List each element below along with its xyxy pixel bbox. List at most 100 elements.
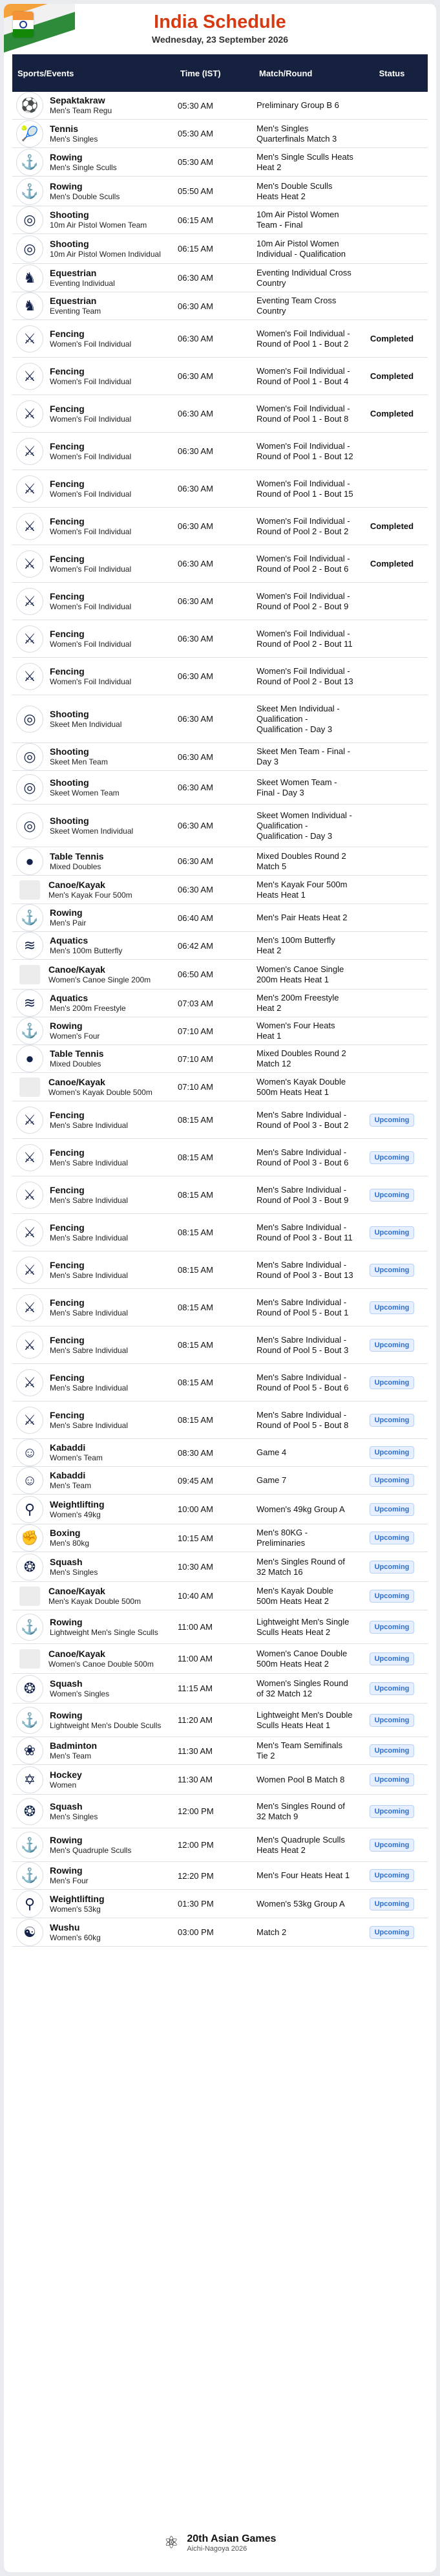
table-row: ⚓ Rowing Lightweight Men's Double Sculls… bbox=[12, 1703, 428, 1737]
sport-name: Fencing bbox=[50, 403, 85, 414]
sport-name: Canoe/Kayak bbox=[48, 1585, 105, 1596]
time-cell: 01:30 PM bbox=[175, 1889, 254, 1918]
footer: ⚛ 20th Asian Games Aichi-Nagoya 2026 bbox=[4, 2533, 436, 2553]
table-row: ⚔ Fencing Women's Foil Individual 06:30 … bbox=[12, 319, 428, 358]
shooting-icon: ◎ bbox=[16, 206, 43, 233]
time-cell: 12:00 PM bbox=[175, 1828, 254, 1862]
sport-cell: ❂ Squash Men's Singles bbox=[12, 1794, 175, 1828]
time-cell: 06:15 AM bbox=[175, 206, 254, 234]
event-name: Women's Singles bbox=[50, 1689, 110, 1698]
status-cell bbox=[356, 804, 428, 847]
status-upcoming-badge: Upcoming bbox=[369, 1446, 415, 1459]
time-cell: 11:00 AM bbox=[175, 1610, 254, 1644]
table-row: ⚔ Fencing Women's Foil Individual 06:30 … bbox=[12, 657, 428, 695]
status-cell bbox=[356, 904, 428, 932]
rowing-icon: ⚓ bbox=[16, 1613, 43, 1641]
sport-name: Shooting bbox=[50, 210, 89, 220]
status-cell: Upcoming bbox=[356, 1552, 428, 1582]
round-cell: Men's Kayak Double 500m Heats Heat 2 bbox=[254, 1581, 356, 1610]
time-cell: 05:30 AM bbox=[175, 92, 254, 120]
table-row: Canoe/Kayak Men's Kayak Four 500m 06:30 … bbox=[12, 875, 428, 904]
round-cell: Women's 49kg Group A bbox=[254, 1494, 356, 1524]
schedule-table: Sports/Events Time (IST) Match/Round Sta… bbox=[12, 54, 428, 1947]
round-cell: Eventing Team Cross Country bbox=[254, 292, 356, 320]
status-completed-badge: Completed bbox=[370, 409, 414, 418]
round-cell: Women's Foil Individual - Round of Pool … bbox=[254, 357, 356, 395]
sport-cell: ⚔ Fencing Women's Foil Individual bbox=[12, 432, 175, 470]
table-row: ⚽ Sepaktakraw Men's Team Regu 05:30 AM P… bbox=[12, 92, 428, 120]
event-name: Women's Foil Individual bbox=[50, 676, 132, 686]
time-cell: 08:15 AM bbox=[175, 1138, 254, 1176]
status-cell: Upcoming bbox=[356, 1251, 428, 1289]
round-cell: Women's Foil Individual - Round of Pool … bbox=[254, 507, 356, 545]
event-name: Women's Foil Individual bbox=[50, 639, 132, 649]
sport-name: Fencing bbox=[50, 590, 85, 601]
round-cell: Men's Sabre Individual - Round of Pool 5… bbox=[254, 1288, 356, 1326]
sport-cell: ✡ Hockey Women bbox=[12, 1764, 175, 1795]
placeholder-icon bbox=[19, 1077, 40, 1097]
status-cell: Completed bbox=[356, 319, 428, 358]
sport-cell: Canoe/Kayak Men's Kayak Double 500m bbox=[12, 1581, 175, 1610]
round-cell: Eventing Individual Cross Country bbox=[254, 263, 356, 292]
status-cell: Upcoming bbox=[356, 1610, 428, 1644]
time-cell: 06:30 AM bbox=[175, 875, 254, 904]
status-cell: Upcoming bbox=[356, 1703, 428, 1737]
status-cell: Upcoming bbox=[356, 1889, 428, 1918]
table-row: ● Table Tennis Mixed Doubles 07:10 AM Mi… bbox=[12, 1044, 428, 1073]
sport-cell: ⚓ Rowing Men's Single Sculls bbox=[12, 147, 175, 177]
time-cell: 06:30 AM bbox=[175, 395, 254, 433]
sport-cell: ◎ Shooting Skeet Women Individual bbox=[12, 804, 175, 847]
table-row: ⚔ Fencing Men's Sabre Individual 08:15 A… bbox=[12, 1138, 428, 1176]
status-cell bbox=[356, 432, 428, 470]
status-cell bbox=[356, 119, 428, 148]
sport-name: Squash bbox=[50, 1556, 83, 1567]
time-cell: 08:30 AM bbox=[175, 1438, 254, 1467]
table-row: ⚓ Rowing Men's Four 12:20 PM Men's Four … bbox=[12, 1861, 428, 1890]
table-row: ❂ Squash Men's Singles 12:00 PM Men's Si… bbox=[12, 1794, 428, 1828]
table-row: ♞ Equestrian Eventing Team 06:30 AM Even… bbox=[12, 292, 428, 320]
time-cell: 08:15 AM bbox=[175, 1176, 254, 1214]
event-name: Men's Singles bbox=[50, 1567, 98, 1577]
round-cell: Men's Sabre Individual - Round of Pool 3… bbox=[254, 1176, 356, 1214]
sport-name: Fencing bbox=[50, 1184, 85, 1195]
round-cell: Skeet Men Individual - Qualification - Q… bbox=[254, 695, 356, 743]
round-cell: Men's Kayak Four 500m Heats Heat 1 bbox=[254, 875, 356, 904]
time-cell: 06:30 AM bbox=[175, 470, 254, 508]
sport-cell: ✊ Boxing Men's 80kg bbox=[12, 1524, 175, 1552]
event-name: Women's Four bbox=[50, 1032, 100, 1041]
sport-name: Wushu bbox=[50, 1921, 80, 1932]
event-name: Women's Kayak Double 500m bbox=[48, 1087, 152, 1097]
event-name: Men's Sabre Individual bbox=[50, 1158, 129, 1167]
table-row: ◎ Shooting Skeet Women Individual 06:30 … bbox=[12, 804, 428, 847]
fencing-icon: ⚔ bbox=[16, 1293, 43, 1321]
event-name: Men's Sabre Individual bbox=[50, 1345, 129, 1355]
event-name: Women's Foil Individual bbox=[50, 564, 132, 574]
event-name: Men's Four bbox=[50, 1876, 89, 1885]
status-upcoming-badge: Upcoming bbox=[369, 1620, 415, 1634]
placeholder-icon bbox=[19, 964, 40, 984]
event-name: Men's Singles bbox=[50, 134, 98, 144]
time-cell: 06:30 AM bbox=[175, 507, 254, 545]
time-cell: 08:15 AM bbox=[175, 1288, 254, 1326]
round-cell: Game 7 bbox=[254, 1466, 356, 1495]
event-name: Men's Double Sculls bbox=[50, 191, 120, 201]
round-cell: Men's Pair Heats Heat 2 bbox=[254, 904, 356, 932]
sport-name: Fencing bbox=[50, 628, 85, 639]
table-row: ❂ Squash Women's Singles 11:15 AM Women'… bbox=[12, 1673, 428, 1704]
sport-name: Rowing bbox=[50, 1709, 83, 1720]
sport-name: Fencing bbox=[50, 440, 85, 451]
column-header-sport: Sports/Events bbox=[12, 54, 175, 92]
rowing-icon: ⚓ bbox=[16, 1706, 43, 1734]
sport-name: Fencing bbox=[50, 328, 85, 339]
status-cell: Upcoming bbox=[356, 1581, 428, 1610]
time-cell: 06:30 AM bbox=[175, 695, 254, 743]
sport-cell: Canoe/Kayak Women's Kayak Double 500m bbox=[12, 1072, 175, 1101]
sport-name: Squash bbox=[50, 1678, 83, 1689]
round-cell: Men's Double Sculls Heats Heat 2 bbox=[254, 176, 356, 206]
time-cell: 06:30 AM bbox=[175, 292, 254, 320]
table-header-row: Sports/Events Time (IST) Match/Round Sta… bbox=[12, 54, 428, 92]
table-row: ≋ Aquatics Men's 200m Freestyle 07:03 AM… bbox=[12, 989, 428, 1017]
time-cell: 06:30 AM bbox=[175, 770, 254, 805]
fencing-icon: ⚔ bbox=[16, 1369, 43, 1396]
rowing-icon: ⚓ bbox=[16, 1862, 43, 1889]
